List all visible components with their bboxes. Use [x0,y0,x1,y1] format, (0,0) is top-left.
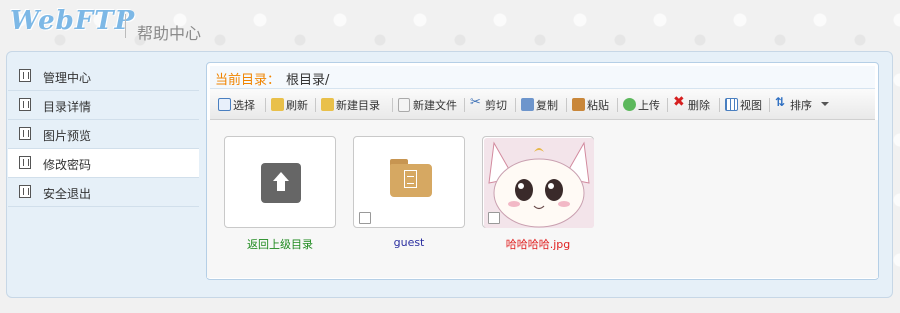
delete-icon: ✖ [673,94,685,110]
book-icon [19,156,31,169]
toolbar-divider [315,98,316,112]
new-folder-icon [321,98,334,111]
help-center-title: 帮助中心 [137,24,202,43]
current-directory-path: 根目录/ [286,73,330,88]
file-name[interactable]: guest [353,236,465,249]
grid-view-icon [725,98,738,111]
sidebar-item-label: 安全退出 [43,187,92,201]
image-thumbnail[interactable] [482,136,594,228]
sidebar-item-admin-center[interactable]: 管理中心 [8,62,199,91]
refresh-icon [271,98,284,111]
toolbar-divider [464,98,465,112]
sidebar-item-label: 图片预览 [43,129,92,143]
select-checkbox[interactable] [359,212,371,224]
header: WebFTP 帮助中心 [0,0,900,50]
chevron-down-icon [821,102,829,106]
book-icon [19,98,31,111]
new-file-icon [398,98,410,112]
sort-icon: ⇅ [775,95,786,109]
toolbar-divider [515,98,516,112]
file-name[interactable]: 哈哈哈哈.jpg [482,236,594,252]
sort-dropdown[interactable]: ⇅ 排序 [775,95,835,114]
cat-image [484,138,594,228]
parent-directory-thumbnail[interactable] [224,136,336,228]
sidebar-item-label: 管理中心 [43,71,92,85]
sidebar-item-image-preview[interactable]: 图片预览 [8,120,199,149]
toolbar-divider [617,98,618,112]
toolbar-divider [265,98,266,112]
header-divider [125,14,126,38]
copy-icon [521,98,534,111]
select-icon [218,98,231,111]
sidebar-item-directory-details[interactable]: 目录详情 [8,91,199,120]
parent-directory-link[interactable]: 返回上级目录 [224,236,336,252]
logo: WebFTP [10,6,136,36]
book-icon [19,69,31,82]
toolbar-divider [566,98,567,112]
book-icon [19,185,31,198]
book-icon [19,127,31,140]
sidebar-item-logout[interactable]: 安全退出 [8,178,199,207]
toolbar-divider [719,98,720,112]
select-checkbox[interactable] [488,212,500,224]
paste-icon [572,98,585,111]
file-browser: 当前目录： 根目录/ 选择 刷新 新建目录 新建文件 ✂ 剪切 复制 粘贴 上传… [206,62,879,280]
sidebar: 管理中心 目录详情 图片预览 修改密码 安全退出 [8,62,199,207]
sidebar-item-label: 目录详情 [43,100,92,114]
toolbar-divider [769,98,770,112]
upload-icon [623,98,636,111]
toolbar: 选择 刷新 新建目录 新建文件 ✂ 剪切 复制 粘贴 上传 ✖ 删除 视图 ⇅ … [210,89,875,120]
sidebar-item-change-password[interactable]: 修改密码 [8,149,199,178]
file-grid: 返回上级目录 guest 哈哈哈哈.jpg [207,120,878,278]
scissors-icon: ✂ [470,95,481,110]
toolbar-divider [392,98,393,112]
folder-thumbnail[interactable] [353,136,465,228]
sidebar-item-label: 修改密码 [43,158,92,172]
toolbar-divider [667,98,668,112]
up-arrow-icon [261,163,301,203]
breadcrumb: 当前目录： 根目录/ [210,66,875,89]
current-directory-label: 当前目录： [215,73,281,88]
